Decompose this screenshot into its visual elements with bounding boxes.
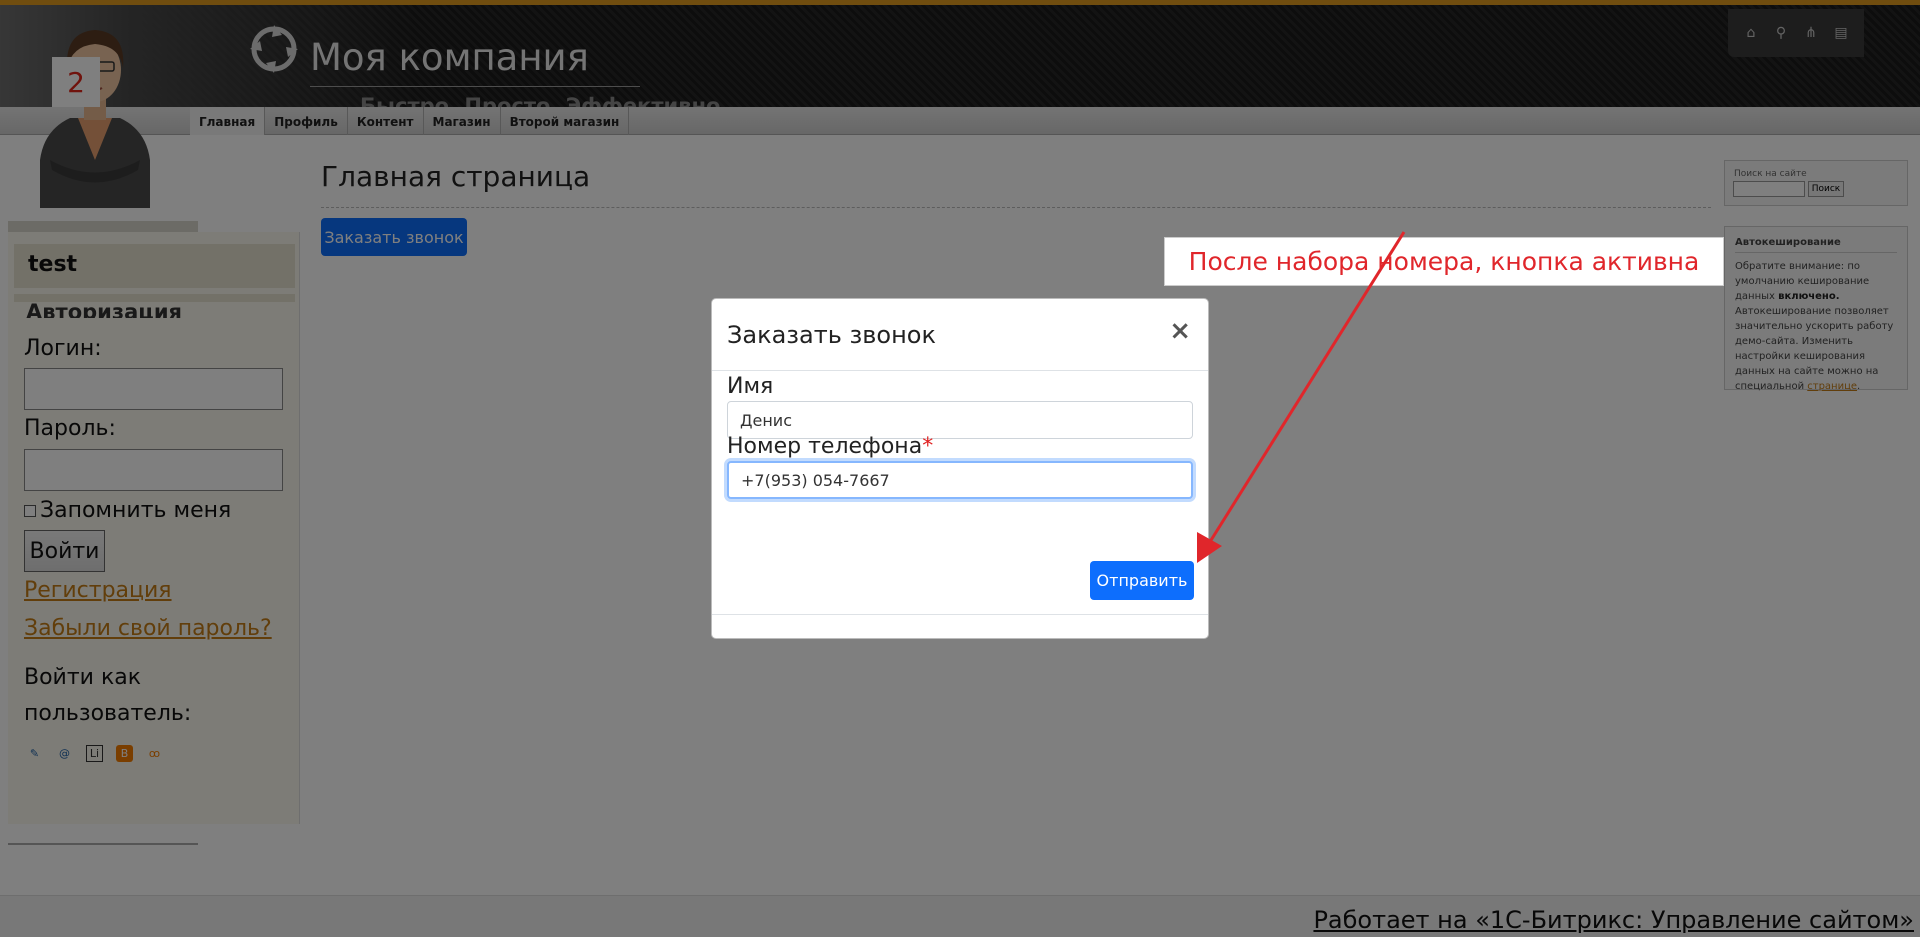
name-label: Имя [727,374,774,399]
required-mark: * [922,434,934,459]
submit-button[interactable]: Отправить [1090,561,1194,600]
close-icon[interactable]: × [1169,316,1191,346]
modal-title: Заказать звонок [727,321,936,349]
phone-input[interactable]: +7(953) 054-7667 [727,461,1193,499]
annotation-note: После набора номера, кнопка активна [1164,237,1724,286]
modal-header: Заказать звонок × [712,299,1208,371]
order-call-modal: Заказать звонок × Имя Денис Номер телефо… [711,298,1209,639]
phone-label: Номер телефона* [727,434,934,459]
